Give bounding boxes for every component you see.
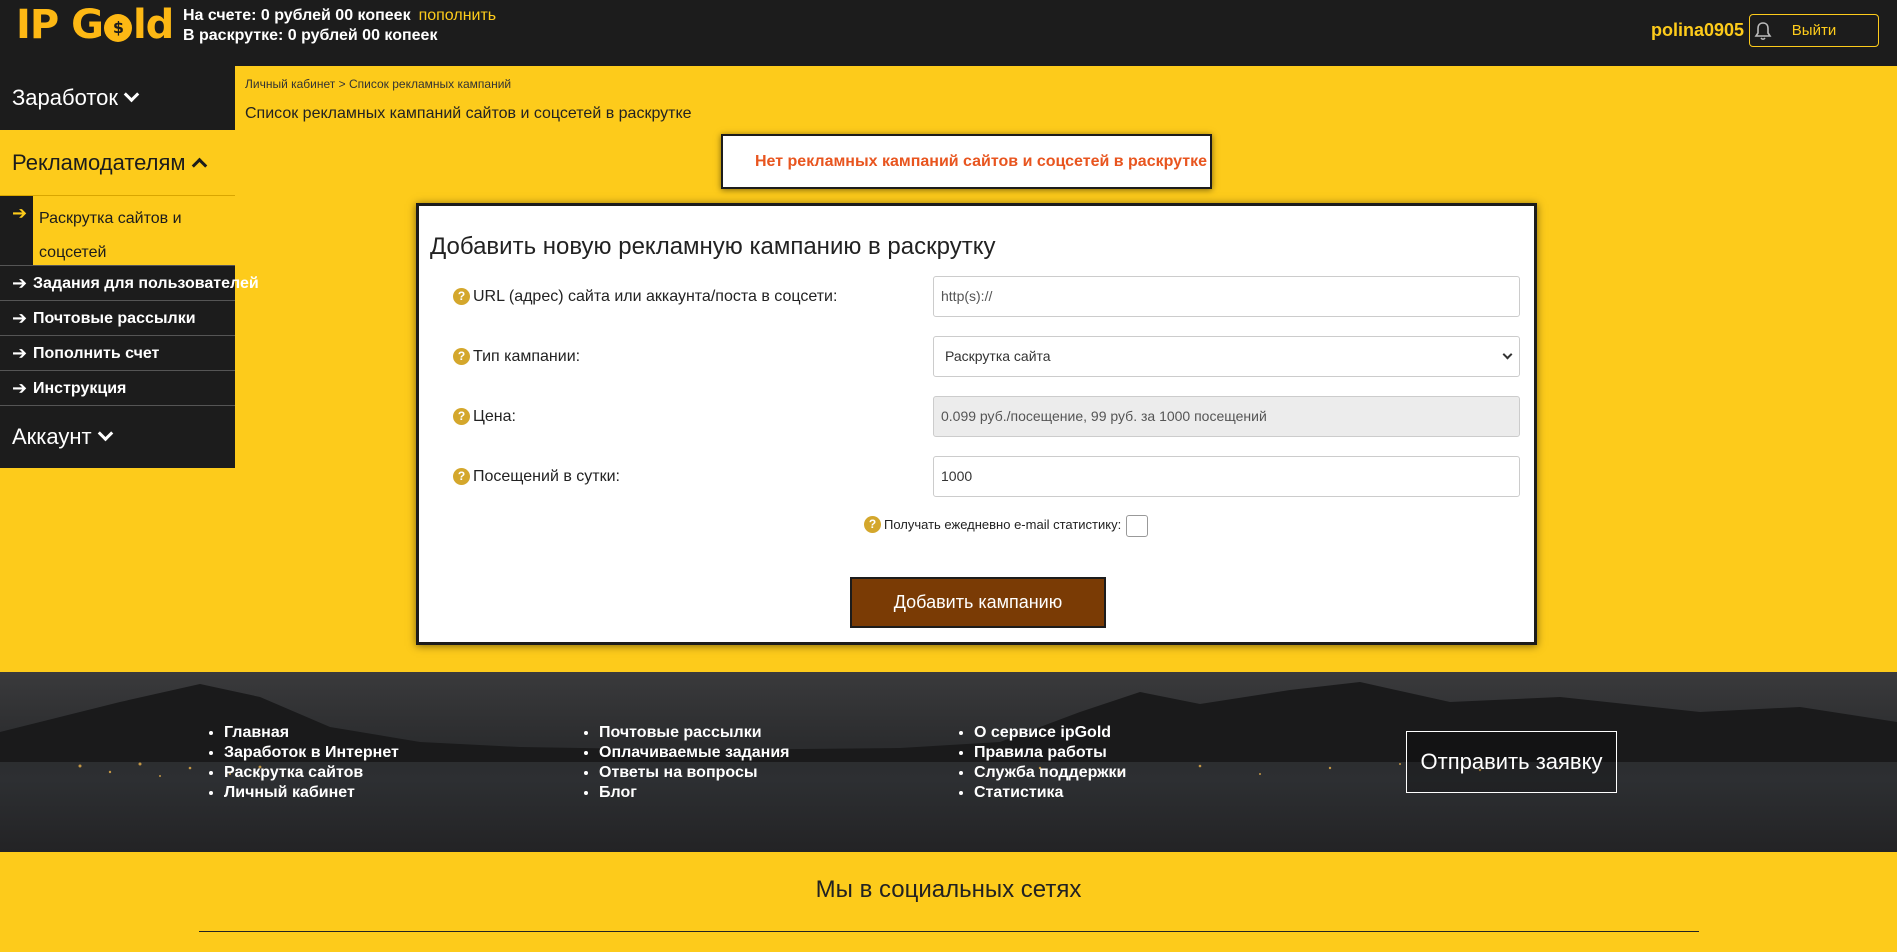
sidebar-section-advertisers[interactable]: Рекламодателям — [0, 130, 235, 196]
logo-text-left: IP G — [16, 2, 104, 48]
help-icon[interactable]: ? — [453, 468, 470, 485]
sidebar-section-account[interactable]: Аккаунт — [0, 406, 235, 468]
send-request-button[interactable]: Отправить заявку — [1406, 731, 1617, 793]
email-stats-checkbox[interactable] — [1126, 515, 1148, 537]
sidebar-section-label: Заработок — [12, 85, 119, 110]
logout-button[interactable]: Выйти — [1749, 14, 1879, 47]
social-networks-title: Мы в социальных сетях — [815, 876, 1082, 903]
help-icon[interactable]: ? — [453, 288, 470, 305]
email-stats-label: ? Получать ежедневно e-mail статистику: — [864, 516, 1121, 533]
username[interactable]: polina0905 — [1651, 20, 1744, 41]
sidebar: Заработок Рекламодателям ➔ Раскрутка сай… — [0, 66, 259, 468]
chevron-down-icon — [123, 86, 140, 103]
empty-campaigns-notice: Нет рекламных кампаний сайтов и соцсетей… — [721, 134, 1212, 189]
visits-per-day-input[interactable]: 1000 — [933, 456, 1520, 497]
sidebar-section-label: Рекламодателям — [12, 150, 186, 175]
footer-link[interactable]: Служба поддержки — [974, 763, 1126, 783]
help-icon[interactable]: ? — [864, 516, 881, 533]
footer-link[interactable]: Ответы на вопросы — [599, 763, 789, 783]
ipgold-logo[interactable]: IP G $ ld — [16, 2, 174, 48]
url-label-text: URL (адрес) сайта или аккаунта/поста в с… — [473, 288, 838, 305]
visits-label: ? Посещений в сутки: — [453, 468, 620, 486]
chevron-up-icon — [191, 157, 207, 174]
arrow-right-icon: ➔ — [12, 343, 28, 363]
help-icon[interactable]: ? — [453, 348, 470, 365]
add-campaign-button[interactable]: Добавить кампанию — [850, 577, 1106, 628]
footer-link[interactable]: Статистика — [974, 783, 1126, 803]
footer-link[interactable]: Оплачиваемые задания — [599, 743, 789, 763]
promo-balance: В раскрутке: 0 рублей 00 копеек — [183, 27, 438, 44]
sidebar-item-label: Инструкция — [33, 380, 127, 397]
footer-links-col2: Почтовые рассылки Оплачиваемые задания О… — [581, 723, 789, 803]
footer: Главная Заработок в Интернет Раскрутка с… — [0, 672, 1897, 852]
url-label: ? URL (адрес) сайта или аккаунта/поста в … — [453, 288, 837, 306]
breadcrumb-current: Список рекламных кампаний — [348, 77, 512, 91]
price-label-text: Цена: — [473, 408, 516, 425]
sidebar-item-topup[interactable]: ➔ Пополнить счет — [0, 336, 235, 371]
footer-link[interactable]: Правила работы — [974, 743, 1126, 763]
footer-links-col3: О сервисе ipGold Правила работы Служба п… — [956, 723, 1126, 803]
account-balance-row: На счете: 0 рублей 00 копеек пополнить — [183, 6, 496, 26]
dollar-coin-icon: $ — [103, 14, 132, 42]
breadcrumb-separator: > — [338, 77, 346, 91]
breadcrumb-home-link[interactable]: Личный кабинет — [245, 77, 335, 91]
price-label: ? Цена: — [453, 408, 516, 426]
footer-link[interactable]: О сервисе ipGold — [974, 723, 1126, 743]
sidebar-section-label: Аккаунт — [12, 424, 92, 449]
balance-info: На счете: 0 рублей 00 копеек пополнить В … — [183, 6, 496, 46]
sidebar-item-site-promotion[interactable]: ➔ Раскрутка сайтов и соцсетей — [0, 196, 235, 266]
breadcrumb: Личный кабинет > Список рекламных кампан… — [245, 77, 511, 91]
footer-link[interactable]: Главная — [224, 723, 399, 743]
sidebar-item-label: Пополнить счет — [33, 345, 160, 362]
logo-text-right: ld — [132, 2, 174, 48]
footer-link[interactable]: Почтовые рассылки — [599, 723, 789, 743]
sidebar-item-mailings[interactable]: ➔ Почтовые рассылки — [0, 301, 235, 336]
campaign-type-label: ? Тип кампании: — [453, 348, 580, 366]
sidebar-item-label: Почтовые рассылки — [33, 310, 196, 327]
footer-link[interactable]: Блог — [599, 783, 789, 803]
footer-links-col1: Главная Заработок в Интернет Раскрутка с… — [206, 723, 399, 803]
chevron-down-icon — [97, 425, 113, 442]
divider — [199, 931, 1699, 932]
arrow-right-icon: ➔ — [12, 308, 28, 328]
campaign-type-select[interactable]: Раскрутка сайта — [933, 336, 1520, 377]
sidebar-item-label: Задания для пользователей — [33, 275, 259, 292]
footer-link[interactable]: Раскрутка сайтов — [224, 763, 399, 783]
account-balance: На счете: 0 рублей 00 копеек — [183, 7, 411, 24]
email-stats-label-text: Получать ежедневно e-mail статистику: — [884, 517, 1122, 532]
help-icon[interactable]: ? — [453, 408, 470, 425]
arrow-right-icon: ➔ — [12, 273, 28, 293]
footer-link[interactable]: Личный кабинет — [224, 783, 399, 803]
page-title: Список рекламных кампаний сайтов и соцсе… — [245, 105, 692, 122]
sidebar-item-label: Раскрутка сайтов и соцсетей — [33, 196, 235, 265]
add-campaign-form: Добавить новую рекламную кампанию в раск… — [416, 203, 1537, 645]
url-input[interactable]: http(s):// — [933, 276, 1520, 317]
arrow-right-icon: ➔ — [12, 203, 28, 223]
top-header: IP G $ ld На счете: 0 рублей 00 копеек попо… — [0, 0, 1897, 66]
footer-link[interactable]: Заработок в Интернет — [224, 743, 399, 763]
form-title: Добавить новую рекламную кампанию в раск… — [430, 233, 996, 260]
topup-link[interactable]: пополнить — [419, 7, 497, 24]
price-field: 0.099 руб./посещение, 99 руб. за 1000 по… — [933, 396, 1520, 437]
sidebar-section-earnings[interactable]: Заработок — [0, 66, 235, 130]
campaign-type-label-text: Тип кампании: — [473, 348, 581, 365]
campaign-type-value: Раскрутка сайта — [945, 348, 1051, 364]
visits-label-text: Посещений в сутки: — [473, 468, 620, 485]
arrow-right-icon: ➔ — [12, 378, 28, 398]
sidebar-item-user-tasks[interactable]: ➔ Задания для пользователей — [0, 266, 259, 301]
chevron-down-icon — [1502, 349, 1513, 360]
sidebar-item-instructions[interactable]: ➔ Инструкция — [0, 371, 235, 406]
